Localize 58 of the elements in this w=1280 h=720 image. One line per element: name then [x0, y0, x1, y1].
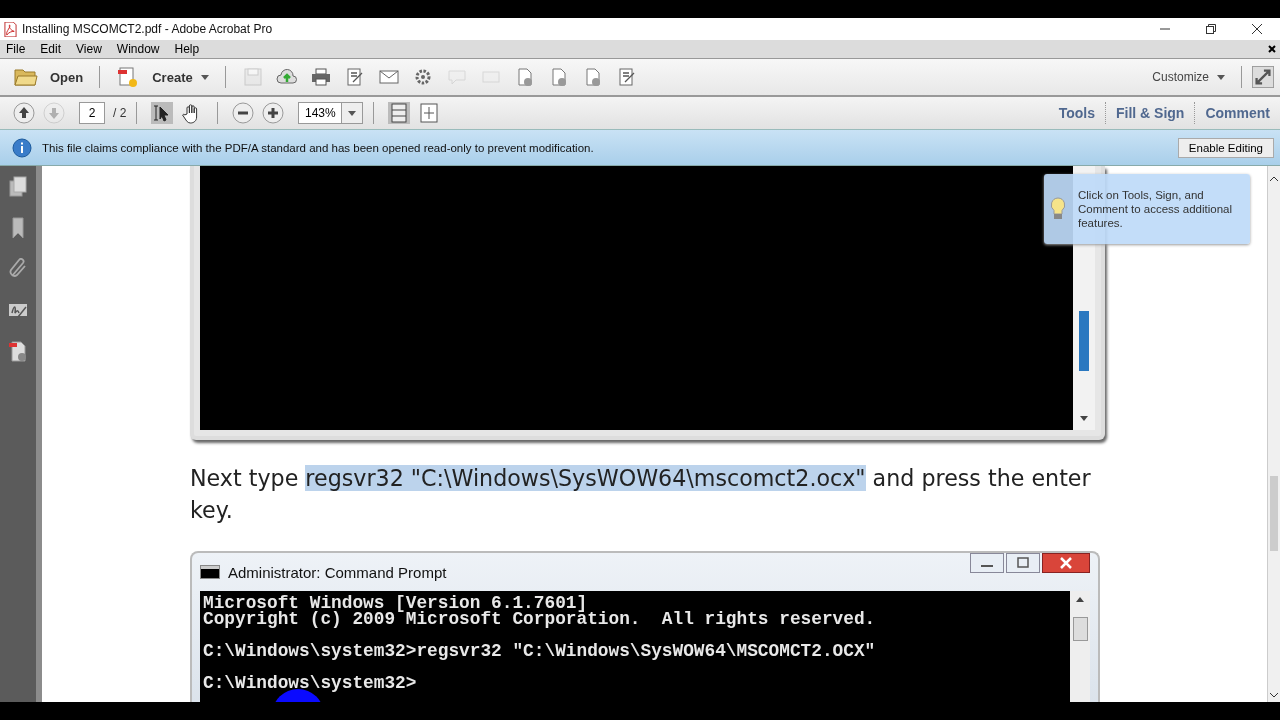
info-message: This file claims compliance with the PDF/A standard and has been opened read-only to prevent modification.	[42, 141, 594, 154]
zoom-in-icon[interactable]	[262, 102, 285, 124]
pane-tab[interactable]: Tools	[1048, 105, 1105, 121]
minimize-icon[interactable]	[970, 553, 1004, 573]
paperclip-icon[interactable]	[8, 258, 28, 280]
console-line: Microsoft Windows [Version 6.1.7601]	[203, 595, 588, 611]
console-title: Administrator: Command Prompt	[228, 563, 447, 581]
scroll-thumb[interactable]	[1073, 617, 1088, 641]
menu-item[interactable]: Window	[116, 42, 160, 56]
restore-icon[interactable]	[1205, 23, 1217, 35]
full-screen-icon[interactable]	[418, 102, 441, 124]
scroll-thumb	[1079, 311, 1089, 371]
page-number-field[interactable]: 2	[79, 102, 105, 124]
enable-editing-button[interactable]: Enable Editing	[1177, 137, 1274, 158]
scroll-thumb[interactable]	[1270, 476, 1278, 551]
caret-icon	[1217, 74, 1225, 80]
pages-icon[interactable]	[8, 176, 28, 198]
console-icon	[200, 565, 220, 579]
caret-icon	[200, 74, 209, 80]
envelope-icon[interactable]	[377, 67, 400, 87]
console-line: Copyright (c) 2009 Microsoft Corporation. All rights reserved.	[203, 611, 877, 627]
menu-item[interactable]: Help	[174, 42, 200, 56]
open-button[interactable]: Open	[8, 66, 90, 88]
scrollbar[interactable]	[1267, 166, 1280, 702]
menu-item[interactable]: File	[6, 42, 26, 56]
scroll-down-icon[interactable]	[1270, 692, 1278, 698]
instruction-text: Next type regsvr32 "C:\Windows\SysWOW64\mscomct2.ocx" and press the enter key.	[190, 464, 1092, 525]
select-cursor-icon[interactable]	[151, 102, 174, 124]
menu-item[interactable]: Edit	[40, 42, 62, 56]
create-button[interactable]: Create	[110, 66, 215, 88]
expand-icon[interactable]	[1252, 66, 1274, 88]
close-icon[interactable]	[1042, 553, 1090, 573]
window-title: Installing MSCOMCT2.pdf - Adobe Acrobat Pro	[22, 22, 273, 36]
pane-tab[interactable]: Fill & Sign	[1106, 105, 1195, 121]
scroll-up-icon[interactable]	[1270, 176, 1278, 182]
maximize-icon[interactable]	[1006, 553, 1040, 573]
console-line: C:\Windows\system32>	[203, 675, 418, 691]
document-info-icon[interactable]	[8, 340, 28, 362]
pdf-file-icon	[4, 21, 17, 37]
scroll-down-icon	[1080, 416, 1088, 422]
menu-item[interactable]: View	[76, 42, 102, 56]
printer-icon[interactable]	[309, 67, 332, 87]
zoom-out-icon[interactable]	[232, 102, 255, 124]
cloud-upload-icon[interactable]	[275, 67, 298, 87]
console-line: C:\Windows\system32>regsvr32 "C:\Windows\SysWOW64\MSCOMCT2.OCX"	[203, 643, 877, 659]
zoom-dropdown[interactable]: 143%	[298, 102, 364, 124]
folder-icon	[14, 66, 38, 88]
page-count: / 2	[113, 106, 127, 120]
close-icon[interactable]	[1251, 23, 1263, 35]
close-icon[interactable]	[1267, 44, 1277, 54]
lightbulb-icon	[1050, 197, 1066, 221]
pane-tab[interactable]: Comment	[1195, 105, 1280, 121]
fit-page-icon[interactable]	[388, 102, 411, 124]
info-icon	[12, 137, 32, 158]
scroll-up-icon	[1076, 597, 1084, 603]
caret-icon	[348, 110, 357, 116]
customize-button[interactable]: Customize	[1146, 70, 1231, 84]
tooltip-text: Click on Tools, Sign, and Comment to access additional features.	[1078, 188, 1234, 230]
